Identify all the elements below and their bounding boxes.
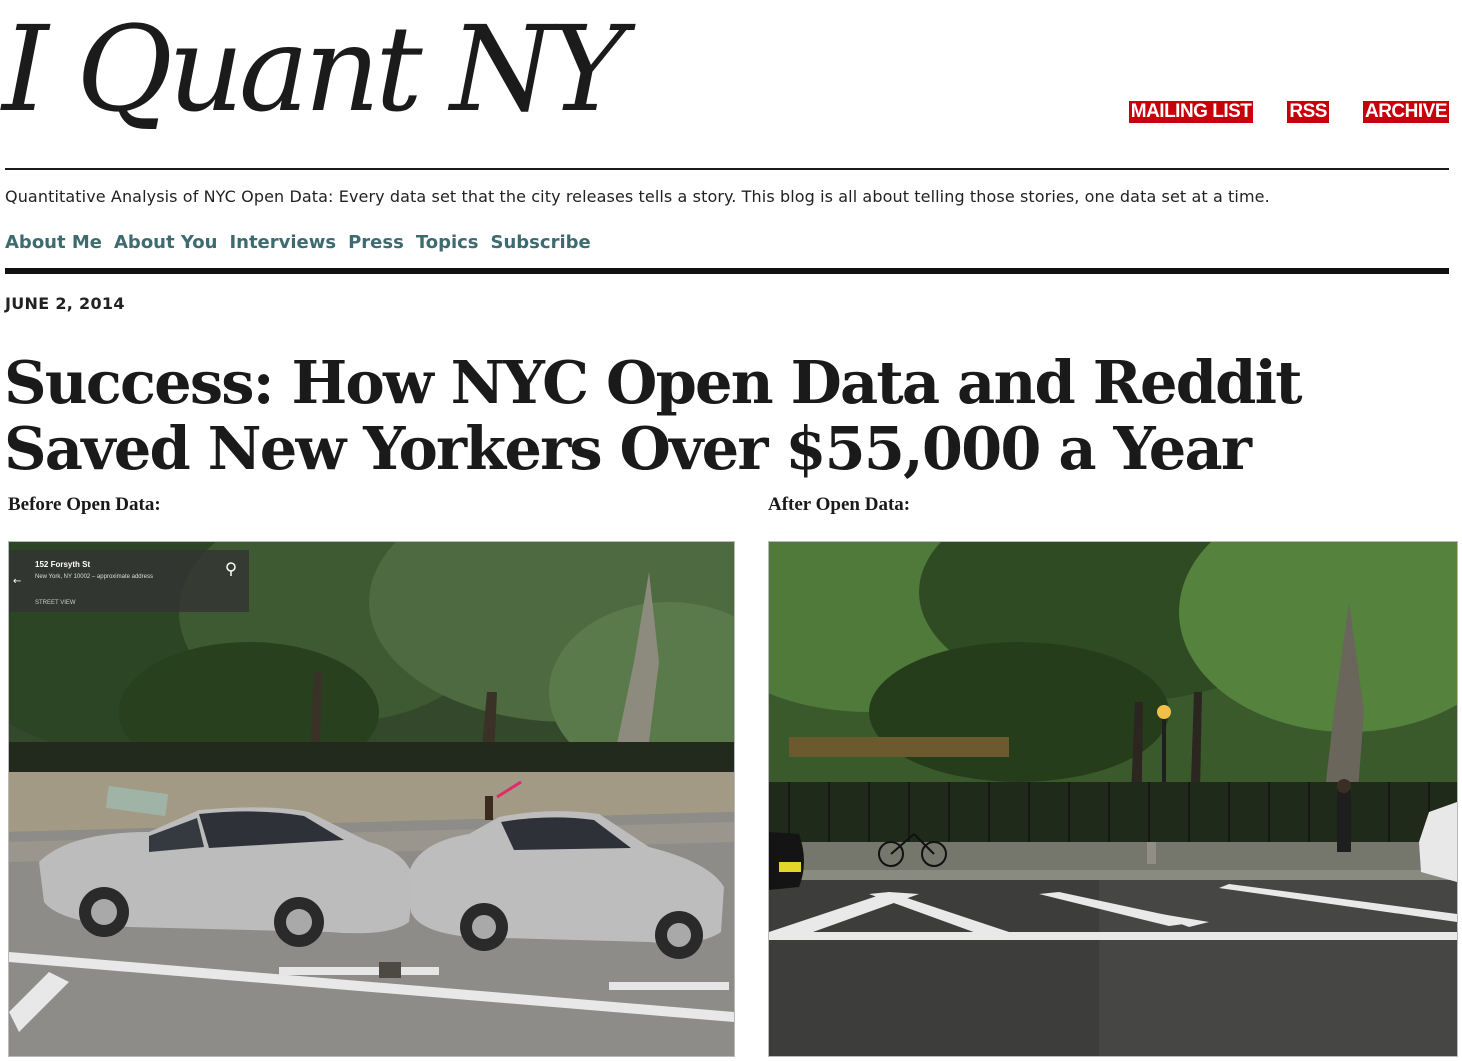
after-photo xyxy=(768,541,1458,1057)
back-arrow-icon: ← xyxy=(13,576,21,587)
mailing-list-link[interactable]: MAILING LIST xyxy=(1128,101,1254,123)
header-divider xyxy=(5,168,1449,170)
rss-link[interactable]: RSS xyxy=(1287,101,1329,123)
site-tagline: Quantitative Analysis of NYC Open Data: … xyxy=(5,187,1270,206)
site-logo[interactable]: I Quant NY xyxy=(2,4,626,134)
post-title[interactable]: Success: How NYC Open Data and Reddit Sa… xyxy=(4,348,1302,483)
streetview-label: STREET VIEW xyxy=(35,600,76,606)
post-title-line-1[interactable]: Success: How NYC Open Data and Reddit xyxy=(4,348,1302,417)
streetview-address: 152 Forsyth St xyxy=(35,560,90,569)
after-caption: After Open Data: xyxy=(768,494,911,515)
post-date: JUNE 2, 2014 xyxy=(5,294,125,313)
nav-item-about-you[interactable]: About You xyxy=(114,232,217,254)
before-photo: 152 Forsyth St New York, NY 10002 – appr… xyxy=(8,541,735,1057)
streetview-subaddress: New York, NY 10002 – approximate address xyxy=(35,574,153,580)
main-nav: About Me About You Interviews Press Topi… xyxy=(5,232,591,254)
header-links: MAILING LIST RSS ARCHIVE xyxy=(1128,101,1449,123)
nav-item-press[interactable]: Press xyxy=(348,232,404,254)
archive-link[interactable]: ARCHIVE xyxy=(1362,101,1449,123)
post-title-line-2[interactable]: Saved New Yorkers Over $55,000 a Year xyxy=(4,414,1252,483)
nav-item-about-me[interactable]: About Me xyxy=(5,232,102,254)
nav-item-interviews[interactable]: Interviews xyxy=(229,232,336,254)
nav-item-topics[interactable]: Topics xyxy=(416,232,479,254)
nav-divider xyxy=(5,268,1449,274)
nav-item-subscribe[interactable]: Subscribe xyxy=(491,232,591,254)
before-caption: Before Open Data: xyxy=(8,494,161,515)
